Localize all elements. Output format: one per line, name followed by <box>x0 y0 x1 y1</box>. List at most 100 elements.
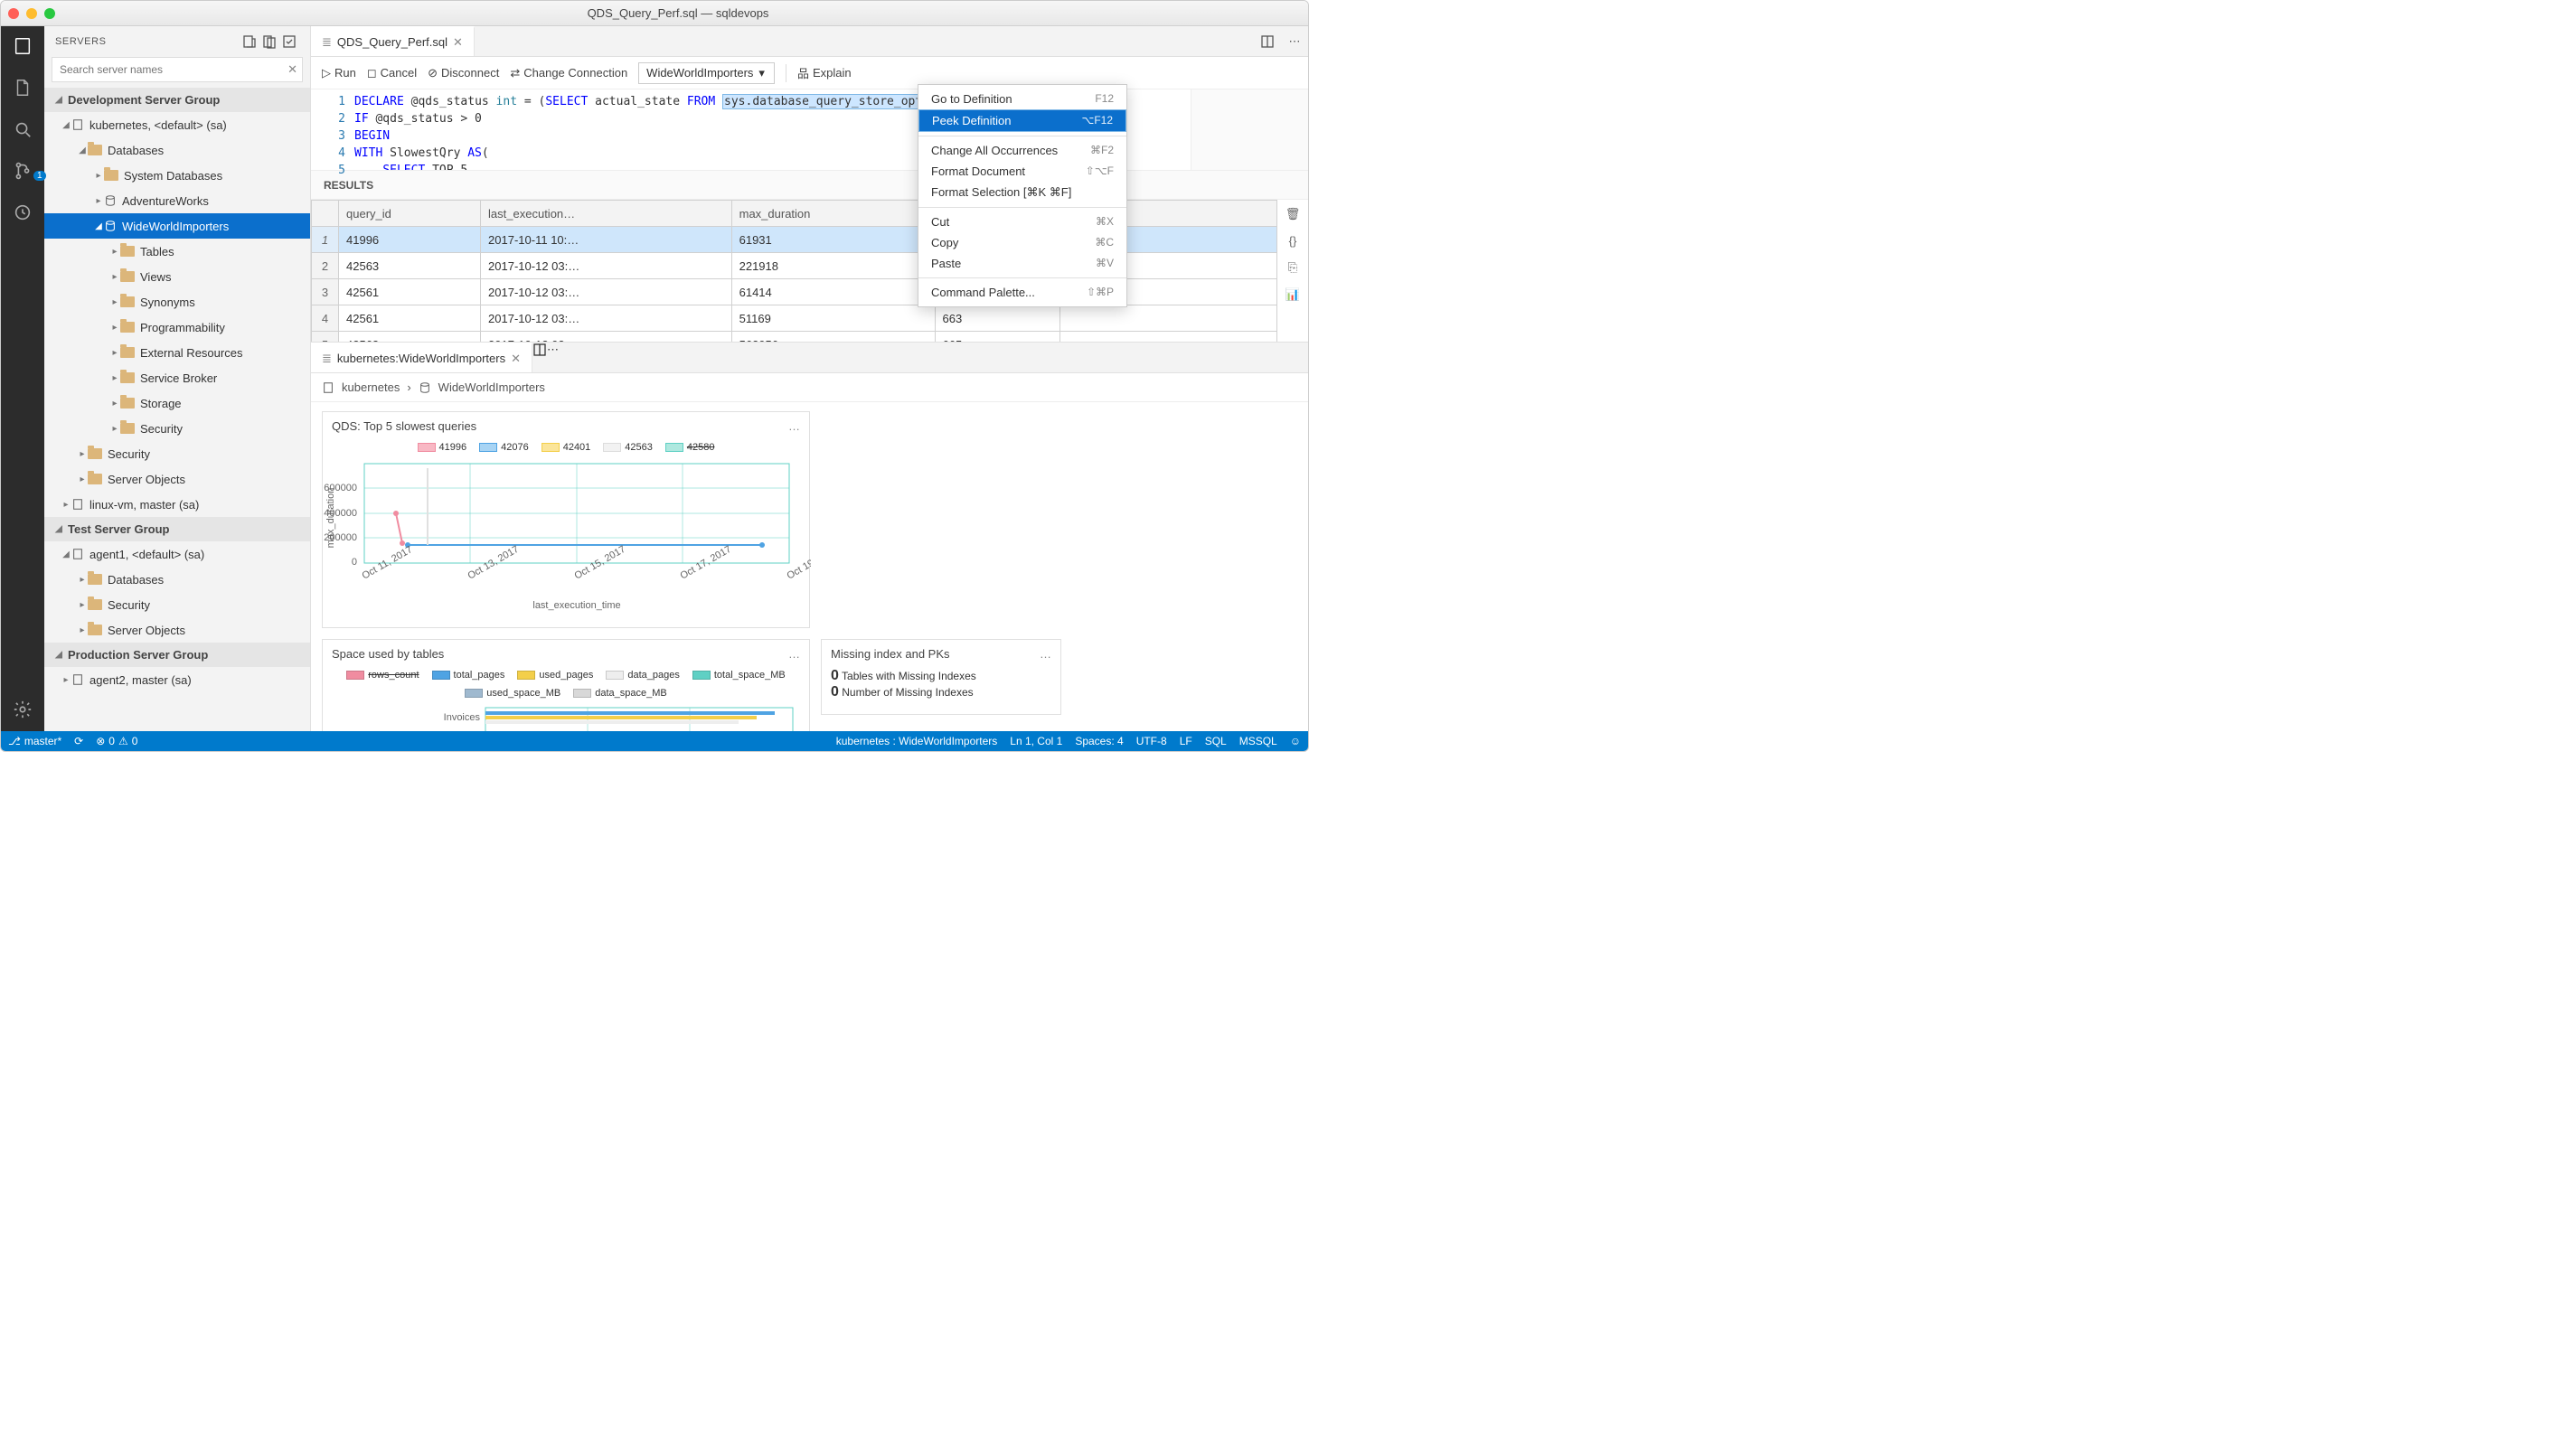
run-button[interactable]: ▷ Run <box>322 66 356 80</box>
column-header[interactable]: query_id <box>339 201 481 227</box>
indent[interactable]: Spaces: 4 <box>1075 735 1123 747</box>
context-menu-item[interactable]: Format Document⇧⌥F <box>918 161 1126 182</box>
source-control-badge: 1 <box>33 171 46 181</box>
new-connection-icon[interactable] <box>240 32 259 52</box>
minimize-window-icon[interactable] <box>26 8 37 19</box>
save-json-icon[interactable]: {} <box>1289 234 1297 248</box>
folder-icon <box>104 170 118 181</box>
save-csv-icon[interactable]: 🗑 <box>1286 207 1301 221</box>
tree-item[interactable]: ▸Databases <box>44 567 310 592</box>
table-row[interactable]: 4425612017-10-12 03:…51169663 <box>312 305 1277 332</box>
context-menu-item[interactable]: Command Palette...⇧⌘P <box>918 282 1126 303</box>
server-group-header[interactable]: ◢Development Server Group <box>44 88 310 112</box>
search-icon[interactable] <box>10 117 35 142</box>
column-header[interactable]: last_execution… <box>481 201 732 227</box>
database-node-selected[interactable]: ◢WideWorldImporters <box>44 213 310 239</box>
database-select[interactable]: WideWorldImporters ▾ <box>638 62 775 84</box>
context-menu-item[interactable]: Go to DefinitionF12 <box>918 89 1126 109</box>
breadcrumb[interactable]: kubernetes › WideWorldImporters <box>311 373 1308 402</box>
widget-space-used: Space used by tables… rows_count total_p… <box>322 639 810 731</box>
server-search-input[interactable] <box>52 57 303 82</box>
widget-more-icon[interactable]: … <box>788 647 800 661</box>
sync-icon[interactable]: ⟳ <box>74 735 83 747</box>
servers-icon[interactable] <box>10 33 35 59</box>
tree-item[interactable]: ▸External Resources <box>44 340 310 365</box>
context-menu-item[interactable]: Paste⌘V <box>918 253 1126 274</box>
split-editor-icon[interactable] <box>532 343 547 372</box>
language[interactable]: SQL <box>1205 735 1227 747</box>
feedback-icon[interactable]: ☺ <box>1290 735 1301 747</box>
tree-item[interactable]: ▸System Databases <box>44 163 310 188</box>
column-header[interactable]: max_duration <box>731 201 935 227</box>
disconnect-button[interactable]: ⊘ Disconnect <box>428 66 499 80</box>
server-node[interactable]: ◢agent1, <default> (sa) <box>44 541 310 567</box>
settings-gear-icon[interactable] <box>10 697 35 722</box>
source-control-icon[interactable]: 1 <box>10 158 35 183</box>
tree-item[interactable]: ▸Tables <box>44 239 310 264</box>
server-tree[interactable]: ◢Development Server Group ◢kubernetes, <… <box>44 88 310 731</box>
connection-status[interactable]: kubernetes : WideWorldImporters <box>836 735 998 747</box>
tree-item[interactable]: ▸Synonyms <box>44 289 310 315</box>
provider[interactable]: MSSQL <box>1239 735 1277 747</box>
split-editor-icon[interactable] <box>1254 26 1281 56</box>
more-actions-icon[interactable]: ⋯ <box>1281 26 1308 56</box>
dashboard-tab[interactable]: ≣ kubernetes:WideWorldImporters ✕ <box>311 343 532 372</box>
problems[interactable]: ⊗ 0 ⚠ 0 <box>96 735 137 747</box>
table-row[interactable]: 1419962017-10-11 10:…61931525 <box>312 227 1277 253</box>
clear-search-icon[interactable]: ✕ <box>287 62 297 77</box>
maximize-window-icon[interactable] <box>44 8 55 19</box>
history-icon[interactable] <box>10 200 35 225</box>
tree-item[interactable]: ▸Views <box>44 264 310 289</box>
table-row[interactable]: 5425632017-10-12 03:…563056665 <box>312 332 1277 343</box>
server-node[interactable]: ◢kubernetes, <default> (sa) <box>44 112 310 137</box>
close-tab-icon[interactable]: ✕ <box>453 35 463 50</box>
tree-item[interactable]: ▸Server Objects <box>44 466 310 492</box>
context-menu-item[interactable]: Format Selection [⌘K ⌘F] <box>918 182 1126 203</box>
new-group-icon[interactable] <box>259 32 279 52</box>
sql-editor[interactable]: 12345 DECLARE @qds_status int = (SELECT … <box>311 89 1308 171</box>
change-connection-button[interactable]: ⇄ Change Connection <box>510 66 627 80</box>
databases-folder[interactable]: ◢Databases <box>44 137 310 163</box>
context-menu-item[interactable]: Change All Occurrences⌘F2 <box>918 140 1126 161</box>
context-menu-item[interactable]: Peek Definition⌥F12 <box>918 109 1126 132</box>
close-window-icon[interactable] <box>8 8 19 19</box>
tree-item[interactable]: ▸Security <box>44 592 310 617</box>
results-grid[interactable]: query_id last_execution… max_duration pl… <box>311 200 1277 342</box>
widget-more-icon[interactable]: … <box>788 419 800 433</box>
close-tab-icon[interactable]: ✕ <box>511 352 521 366</box>
editor-tab[interactable]: ≣ QDS_Query_Perf.sql ✕ <box>311 26 475 56</box>
svg-text:max_duration: max_duration <box>325 488 336 549</box>
tree-item[interactable]: ▸Programmability <box>44 315 310 340</box>
chart-legend: 41996 42076 42401 42563 42580 <box>323 440 809 458</box>
table-row[interactable]: 3425612017-10-12 03:…61414663 <box>312 279 1277 305</box>
minimap[interactable] <box>1191 89 1308 170</box>
line-chart[interactable]: 0 200000 400000 600000 Oct 11, 2017 Oct … <box>323 458 811 612</box>
database-node[interactable]: ▸AdventureWorks <box>44 188 310 213</box>
tree-item[interactable]: ▸Storage <box>44 390 310 416</box>
window-controls[interactable] <box>8 8 55 19</box>
server-group-header[interactable]: ◢Test Server Group <box>44 517 310 541</box>
server-node[interactable]: ▸agent2, master (sa) <box>44 667 310 692</box>
active-connections-icon[interactable] <box>279 32 299 52</box>
encoding[interactable]: UTF-8 <box>1136 735 1167 747</box>
tree-item[interactable]: ▸Security <box>44 441 310 466</box>
tree-item[interactable]: ▸Security <box>44 416 310 441</box>
eol[interactable]: LF <box>1180 735 1192 747</box>
editor-context-menu[interactable]: Go to DefinitionF12Peek Definition⌥F12 Ch… <box>918 84 1127 307</box>
chart-icon[interactable]: 📊 <box>1286 287 1300 302</box>
tree-item[interactable]: ▸Service Broker <box>44 365 310 390</box>
bar-chart[interactable]: Invoices ColdRoomTemperatures_Archive In… <box>323 704 811 731</box>
git-branch[interactable]: ⎇ master* <box>8 735 61 747</box>
tree-item[interactable]: ▸Server Objects <box>44 617 310 643</box>
cursor-position[interactable]: Ln 1, Col 1 <box>1010 735 1062 747</box>
file-icon[interactable] <box>10 75 35 100</box>
save-excel-icon[interactable]: ⎘ <box>1288 260 1297 275</box>
table-row[interactable]: 2425632017-10-12 03:…221918665 <box>312 253 1277 279</box>
server-group-header[interactable]: ◢Production Server Group <box>44 643 310 667</box>
server-node[interactable]: ▸linux-vm, master (sa) <box>44 492 310 517</box>
explain-button[interactable]: 品 Explain <box>797 64 852 81</box>
widget-more-icon[interactable]: … <box>1040 647 1051 661</box>
more-actions-icon[interactable]: ⋯ <box>547 343 559 372</box>
context-menu-item[interactable]: Cut⌘X <box>918 211 1126 232</box>
context-menu-item[interactable]: Copy⌘C <box>918 232 1126 253</box>
